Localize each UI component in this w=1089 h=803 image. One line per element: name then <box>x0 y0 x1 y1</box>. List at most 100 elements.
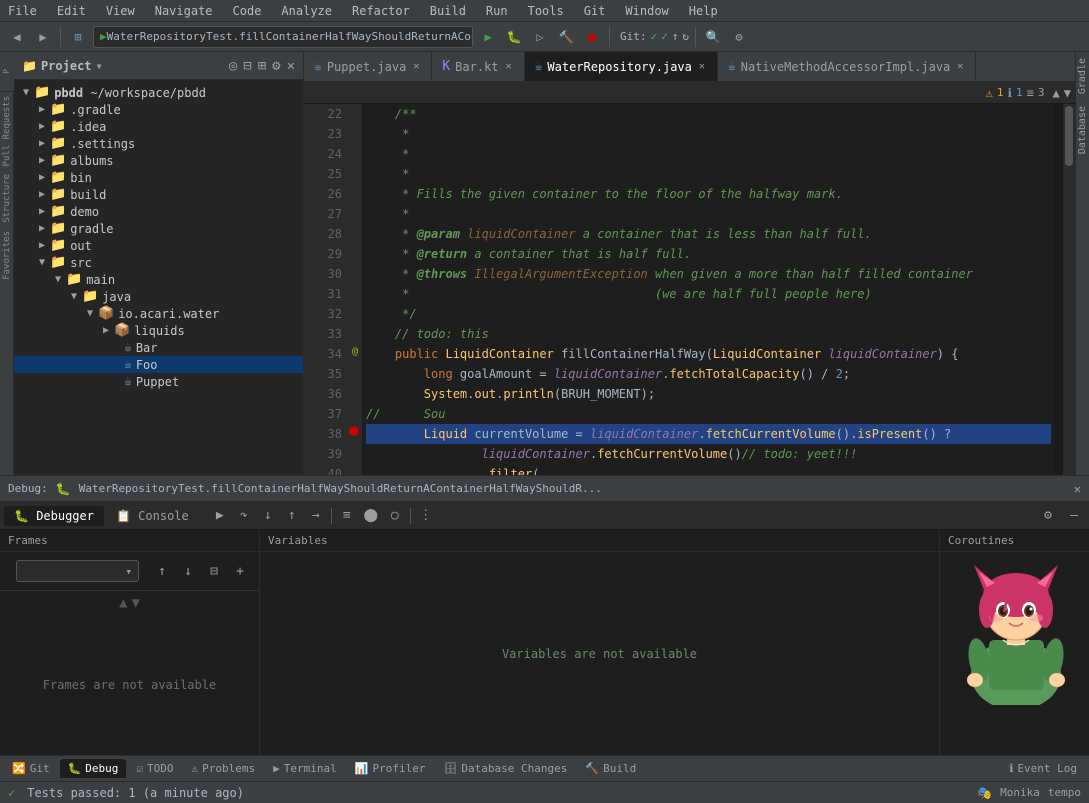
bottom-tab-terminal[interactable]: ▶ Terminal <box>265 759 345 778</box>
tree-item-settings[interactable]: ▶ 📁 .settings <box>14 135 303 152</box>
tree-item-albums[interactable]: ▶ 📁 albums <box>14 152 303 169</box>
frames-up-button[interactable]: ↑ <box>151 560 173 582</box>
debug-step-out-button[interactable]: ↑ <box>281 505 303 527</box>
run-button[interactable]: ▶ <box>477 26 499 48</box>
tree-item-idea[interactable]: ▶ 📁 .idea <box>14 118 303 135</box>
left-tool-pull-requests[interactable]: Pull Requests <box>1 92 13 170</box>
menu-item-file[interactable]: File <box>4 2 41 20</box>
debug-resume-button[interactable]: ▶ <box>209 505 231 527</box>
menu-item-navigate[interactable]: Navigate <box>151 2 217 20</box>
tree-item-bar[interactable]: ☕ Bar <box>14 339 303 356</box>
sidebar-locate-button[interactable]: ◎ <box>229 58 237 74</box>
debug-breakpoints-button[interactable]: ⬤ <box>360 505 382 527</box>
menu-item-view[interactable]: View <box>102 2 139 20</box>
tree-root[interactable]: ▼ 📁 pbdd ~/workspace/pbdd <box>14 84 303 101</box>
tree-item-out[interactable]: ▶ 📁 out <box>14 237 303 254</box>
tree-item-src[interactable]: ▼ 📁 src <box>14 254 303 271</box>
menu-item-build[interactable]: Build <box>426 2 470 20</box>
frames-down-button[interactable]: ↓ <box>177 560 199 582</box>
settings-button[interactable]: ⚙ <box>728 26 750 48</box>
debug-minimize-button[interactable]: — <box>1063 505 1085 527</box>
tree-item-liquids[interactable]: ▶ 📦 liquids <box>14 322 303 339</box>
sidebar-toolbar: ◎ ⊟ ⊞ ⚙ ✕ <box>229 58 295 74</box>
bottom-tab-event-log[interactable]: ℹ Event Log <box>1001 759 1085 778</box>
nav-down-button[interactable]: ▼ <box>1064 86 1071 100</box>
menu-item-refactor[interactable]: Refactor <box>348 2 414 20</box>
menu-item-tools[interactable]: Tools <box>524 2 568 20</box>
database-panel-label[interactable]: Database <box>1076 100 1089 160</box>
menu-item-window[interactable]: Window <box>621 2 672 20</box>
git-update-icon[interactable]: ↻ <box>682 30 689 43</box>
debug-evaluate-button[interactable]: ≡ <box>336 505 358 527</box>
sidebar-settings-button[interactable]: ⚙ <box>272 58 280 74</box>
debug-run-to-cursor-button[interactable]: → <box>305 505 327 527</box>
menu-item-git[interactable]: Git <box>580 2 610 20</box>
debug-step-over-button[interactable]: ↷ <box>233 505 255 527</box>
frames-filter-button[interactable]: ⊟ <box>203 560 225 582</box>
tab-puppet-java[interactable]: ☕ Puppet.java ✕ <box>304 52 432 82</box>
tree-item-build[interactable]: ▶ 📁 build <box>14 186 303 203</box>
run-config-dropdown[interactable]: ▶ WaterRepositoryTest.fillContainerHalfW… <box>93 26 473 48</box>
bottom-tab-todo[interactable]: ☑ TODO <box>128 759 181 778</box>
menu-item-help[interactable]: Help <box>685 2 722 20</box>
tab-bar-close[interactable]: ✕ <box>504 60 514 73</box>
forward-button[interactable]: ▶ <box>32 26 54 48</box>
stop-button[interactable]: ■ <box>581 26 603 48</box>
frames-thread-dropdown[interactable]: ▾ <box>16 560 139 582</box>
bottom-tab-database-changes[interactable]: 🗄 Database Changes <box>435 759 575 778</box>
tree-item-main[interactable]: ▼ 📁 main <box>14 271 303 288</box>
debug-mute-button[interactable]: ○ <box>384 505 406 527</box>
debug-button[interactable]: 🐛 <box>503 26 525 48</box>
vertical-scrollbar-track[interactable] <box>1063 104 1075 475</box>
git-checkmark-1[interactable]: ✓ <box>651 30 658 43</box>
bottom-tab-build[interactable]: 🔨 Build <box>577 759 644 778</box>
vertical-scrollbar-thumb[interactable] <box>1065 106 1073 166</box>
sidebar-collapse-button[interactable]: ⊟ <box>243 58 251 74</box>
tree-item-gradle2[interactable]: ▶ 📁 gradle <box>14 220 303 237</box>
breakpoint-38[interactable] <box>349 426 359 436</box>
search-everywhere-button[interactable]: 🔍 <box>702 26 724 48</box>
debug-tab-console[interactable]: 📋 Console <box>106 506 199 526</box>
nav-up-button[interactable]: ▲ <box>1053 86 1060 100</box>
bottom-tab-profiler[interactable]: 📊 Profiler <box>347 759 434 778</box>
debug-settings-button[interactable]: ⚙ <box>1037 505 1059 527</box>
tab-puppet-close[interactable]: ✕ <box>411 60 421 73</box>
code-editor[interactable]: 22 23 24 25 26 27 28 29 30 31 32 33 34 3… <box>304 104 1075 475</box>
tab-bar-kt[interactable]: K Bar.kt ✕ <box>432 52 524 82</box>
menu-item-run[interactable]: Run <box>482 2 512 20</box>
tree-item-demo[interactable]: ▶ 📁 demo <box>14 203 303 220</box>
tempo-label: tempo <box>1048 786 1081 799</box>
sidebar-close-button[interactable]: ✕ <box>287 58 295 74</box>
tree-item-foo[interactable]: ☕ Foo <box>14 356 303 373</box>
bottom-tab-problems[interactable]: ⚠ Problems <box>184 759 264 778</box>
left-tool-favorites[interactable]: Favorites <box>1 227 13 284</box>
tree-item-java[interactable]: ▼ 📁 java <box>14 288 303 305</box>
menu-item-analyze[interactable]: Analyze <box>277 2 336 20</box>
tree-item-bin[interactable]: ▶ 📁 bin <box>14 169 303 186</box>
sidebar-expand-button[interactable]: ⊞ <box>258 58 266 74</box>
back-button[interactable]: ◀ <box>6 26 28 48</box>
code-content[interactable]: /** * * * * Fills the given container to… <box>362 104 1055 475</box>
tab-nativemethodaccessorimpl-java[interactable]: ☕ NativeMethodAccessorImpl.java ✕ <box>718 52 976 82</box>
bottom-tab-debug[interactable]: 🐛 Debug <box>60 759 127 778</box>
tab-nativemethodaccessorimpl-close[interactable]: ✕ <box>955 60 965 73</box>
bottom-tab-git[interactable]: 🔀 Git <box>4 759 58 778</box>
debug-more-button[interactable]: ⋮ <box>415 505 437 527</box>
tree-item-gradle[interactable]: ▶ 📁 .gradle <box>14 101 303 118</box>
tab-waterrepository-close[interactable]: ✕ <box>697 60 707 73</box>
git-push-icon[interactable]: ↑ <box>672 30 679 43</box>
tab-waterrepository-java[interactable]: ☕ WaterRepository.java ✕ <box>525 52 718 82</box>
build-button[interactable]: 🔨 <box>555 26 577 48</box>
debug-tab-debugger[interactable]: 🐛 Debugger <box>4 506 104 526</box>
tree-item-package[interactable]: ▼ 📦 io.acari.water <box>14 305 303 322</box>
gradle-panel-label[interactable]: Gradle <box>1076 52 1089 100</box>
menu-item-code[interactable]: Code <box>229 2 266 20</box>
debug-step-into-button[interactable]: ↓ <box>257 505 279 527</box>
left-tool-structure[interactable]: Structure <box>1 170 13 227</box>
frames-add-button[interactable]: + <box>229 560 251 582</box>
menu-item-edit[interactable]: Edit <box>53 2 90 20</box>
debug-close-button[interactable]: ✕ <box>1074 482 1081 496</box>
git-checkmark-2[interactable]: ✓ <box>661 30 668 43</box>
coverage-button[interactable]: ▷ <box>529 26 551 48</box>
tree-item-puppet[interactable]: ☕ Puppet <box>14 373 303 390</box>
